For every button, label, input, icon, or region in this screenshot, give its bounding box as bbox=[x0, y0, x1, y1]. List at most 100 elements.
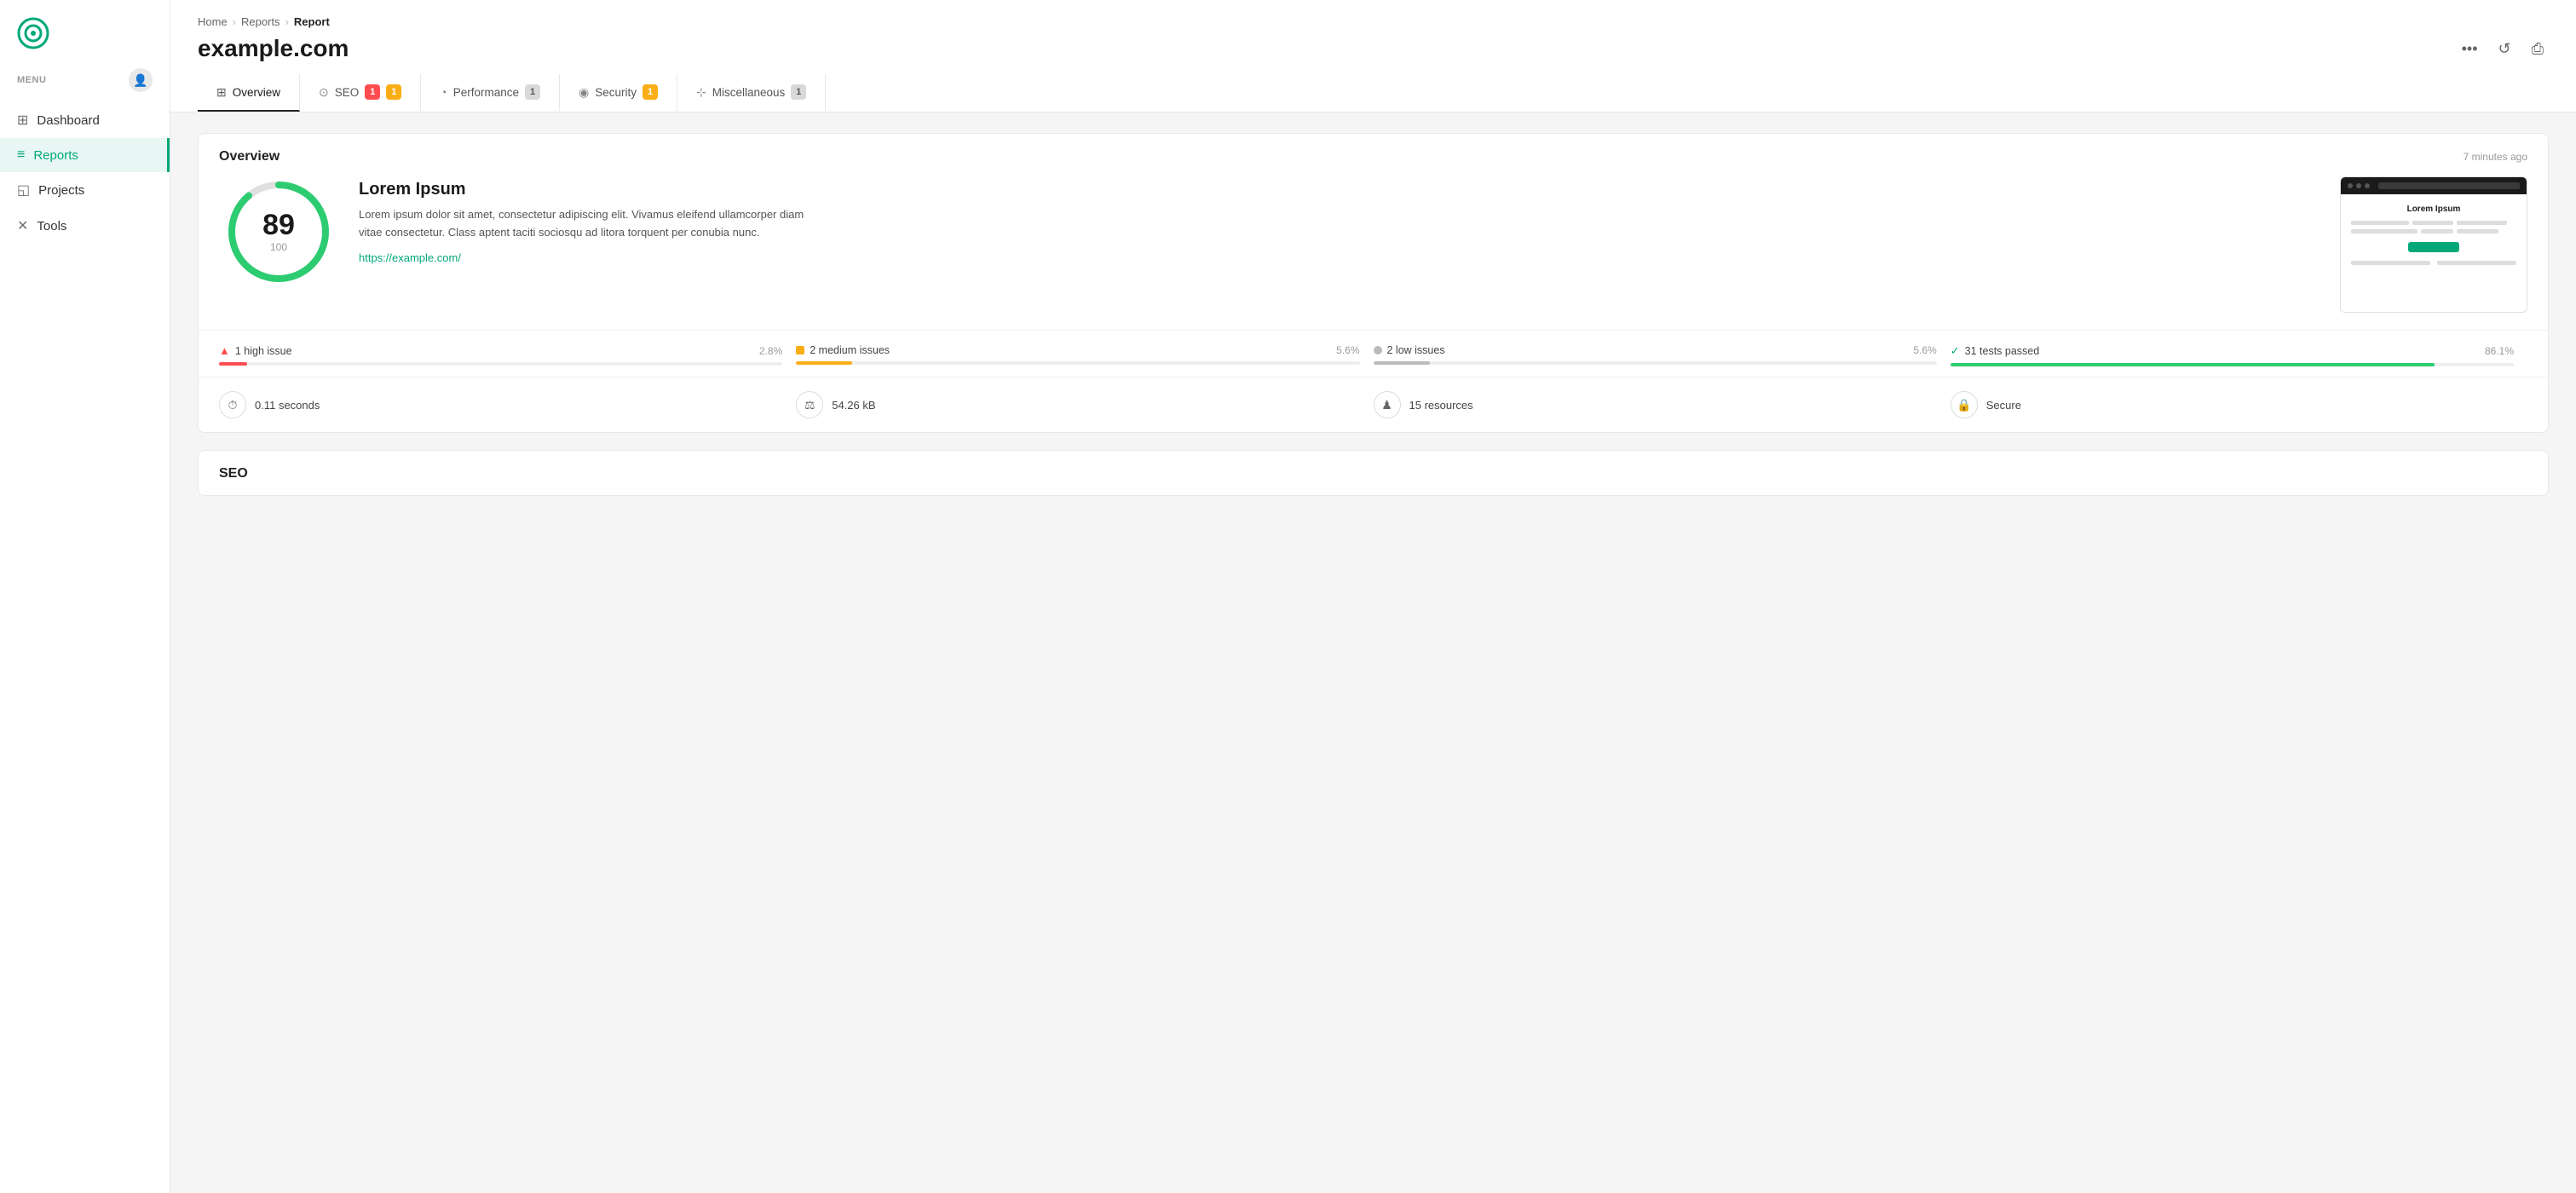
sidebar-item-tools[interactable]: ✕ Tools bbox=[0, 208, 170, 244]
preview-bottom-line-1 bbox=[2351, 261, 2430, 265]
page-title: example.com bbox=[198, 35, 349, 62]
issue-label-left-low: 2 low issues bbox=[1374, 344, 1445, 356]
metric-resources-value: 15 resources bbox=[1409, 399, 1473, 412]
issue-label-left-passed: ✓ 31 tests passed bbox=[1951, 344, 2039, 358]
low-issue-icon bbox=[1374, 346, 1382, 354]
seo-card: SEO bbox=[198, 450, 2549, 496]
issue-stat-label-passed: ✓ 31 tests passed 86.1% bbox=[1951, 344, 2514, 358]
preview-line-3 bbox=[2457, 221, 2506, 225]
tools-icon: ✕ bbox=[17, 217, 28, 234]
issue-stat-medium: 2 medium issues 5.6% bbox=[796, 344, 1373, 366]
projects-icon: ◱ bbox=[17, 182, 30, 199]
performance-tab-icon: ◔ bbox=[440, 85, 447, 99]
sidebar-item-dashboard[interactable]: ⊞ Dashboard bbox=[0, 102, 170, 138]
tab-miscellaneous[interactable]: ⊹ Miscellaneous 1 bbox=[677, 74, 826, 112]
seo-card-title: SEO bbox=[219, 466, 248, 481]
sidebar-menu-label: MENU 👤 bbox=[0, 58, 170, 99]
overview-card: Overview 7 minutes ago 89 100 bbox=[198, 133, 2549, 433]
user-icon-button[interactable]: 👤 bbox=[129, 68, 153, 92]
score-center: 89 100 bbox=[262, 210, 295, 253]
user-icon: 👤 bbox=[133, 73, 147, 88]
site-url[interactable]: https://example.com/ bbox=[359, 251, 461, 264]
issue-stat-label-high: ▲ 1 high issue 2.8% bbox=[219, 344, 782, 357]
metric-resources: ♟ 15 resources bbox=[1374, 391, 1951, 418]
breadcrumb-sep-2: › bbox=[285, 15, 289, 28]
preview-line-2 bbox=[2412, 221, 2454, 225]
metric-secure-value: Secure bbox=[1986, 399, 2021, 412]
header-actions: ••• ↺ ⎙ bbox=[2457, 37, 2549, 61]
tab-performance[interactable]: ◔ Performance 1 bbox=[421, 74, 560, 112]
passed-label: 31 tests passed bbox=[1965, 345, 2040, 357]
print-button[interactable]: ⎙ bbox=[2527, 37, 2549, 61]
passed-bar-track bbox=[1951, 363, 2514, 366]
breadcrumb-sep-1: › bbox=[233, 15, 236, 28]
tab-seo[interactable]: ⊙ SEO 1 1 bbox=[300, 74, 421, 112]
logo-icon bbox=[17, 17, 49, 49]
time-icon: ⏱ bbox=[219, 391, 246, 418]
breadcrumb-reports[interactable]: Reports bbox=[241, 15, 280, 28]
preview-topbar bbox=[2341, 177, 2527, 194]
issue-stats: ▲ 1 high issue 2.8% 2 medium issues bbox=[199, 330, 2548, 377]
issue-stat-low: 2 low issues 5.6% bbox=[1374, 344, 1951, 366]
seo-tab-icon: ⊙ bbox=[319, 85, 329, 100]
medium-issue-icon bbox=[796, 346, 804, 354]
score-number: 89 bbox=[262, 210, 295, 239]
preview-line-1 bbox=[2351, 221, 2409, 225]
overview-timestamp: 7 minutes ago bbox=[2464, 151, 2527, 163]
misc-badge: 1 bbox=[791, 84, 806, 100]
overview-tab-icon: ⊞ bbox=[216, 85, 227, 100]
tab-security[interactable]: ◉ Security 1 bbox=[560, 74, 677, 112]
tabs: ⊞ Overview ⊙ SEO 1 1 ◔ Performance 1 ◉ S… bbox=[198, 74, 2549, 112]
site-name: Lorem Ipsum bbox=[359, 180, 2320, 199]
passed-icon: ✓ bbox=[1951, 344, 1960, 358]
preview-line-6 bbox=[2457, 229, 2498, 233]
site-description: Lorem ipsum dolor sit amet, consectetur … bbox=[359, 206, 819, 242]
sidebar: MENU 👤 ⊞ Dashboard ≡ Reports ◱ Projects … bbox=[0, 0, 170, 1193]
logo[interactable] bbox=[0, 0, 170, 58]
main-content: Home › Reports › Report example.com ••• … bbox=[170, 0, 2576, 1193]
performance-badge: 1 bbox=[525, 84, 540, 100]
metric-size: ⚖ 54.26 kB bbox=[796, 391, 1373, 418]
more-button[interactable]: ••• bbox=[2457, 37, 2483, 61]
high-issue-bar-track bbox=[219, 362, 782, 366]
refresh-button[interactable]: ↺ bbox=[2493, 37, 2516, 61]
secure-icon: 🔒 bbox=[1951, 391, 1978, 418]
metric-secure: 🔒 Secure bbox=[1951, 391, 2527, 418]
preview-title: Lorem Ipsum bbox=[2351, 205, 2516, 214]
site-info: Lorem Ipsum Lorem ipsum dolor sit amet, … bbox=[359, 176, 2320, 266]
high-issue-icon: ▲ bbox=[219, 344, 230, 357]
tab-overview[interactable]: ⊞ Overview bbox=[198, 74, 300, 112]
breadcrumb: Home › Reports › Report bbox=[198, 15, 2549, 28]
issue-stat-label-low: 2 low issues 5.6% bbox=[1374, 344, 1937, 356]
low-issue-bar-track bbox=[1374, 361, 1937, 365]
security-tab-icon: ◉ bbox=[579, 85, 589, 100]
sidebar-item-reports[interactable]: ≡ Reports bbox=[0, 138, 170, 172]
metrics-row: ⏱ 0.11 seconds ⚖ 54.26 kB ♟ 15 resources… bbox=[199, 377, 2548, 432]
issue-label-left-medium: 2 medium issues bbox=[796, 344, 890, 356]
high-issue-label: 1 high issue bbox=[235, 345, 292, 357]
header: Home › Reports › Report example.com ••• … bbox=[170, 0, 2576, 112]
sidebar-item-projects[interactable]: ◱ Projects bbox=[0, 172, 170, 208]
medium-issue-label: 2 medium issues bbox=[810, 344, 890, 356]
score-circle-wrap: 89 100 bbox=[219, 176, 338, 287]
medium-issue-pct: 5.6% bbox=[1336, 344, 1359, 356]
breadcrumb-home[interactable]: Home bbox=[198, 15, 228, 28]
preview-content: Lorem Ipsum bbox=[2341, 194, 2527, 312]
seo-badge-yellow: 1 bbox=[386, 84, 401, 100]
seo-badge-red: 1 bbox=[365, 84, 380, 100]
preview-dot-1 bbox=[2348, 183, 2353, 188]
passed-bar bbox=[1951, 363, 2435, 366]
preview-btn-wrap bbox=[2351, 242, 2516, 252]
score-circle: 89 100 bbox=[223, 176, 334, 287]
passed-pct: 86.1% bbox=[2485, 345, 2514, 357]
overview-card-title: Overview bbox=[219, 149, 279, 164]
site-preview: Lorem Ipsum bbox=[2340, 176, 2527, 313]
breadcrumb-current: Report bbox=[294, 15, 330, 28]
issue-stat-high: ▲ 1 high issue 2.8% bbox=[219, 344, 796, 366]
preview-line-5 bbox=[2421, 229, 2454, 233]
size-icon: ⚖ bbox=[796, 391, 823, 418]
overview-body: 89 100 Lorem Ipsum Lorem ipsum dolor sit… bbox=[199, 176, 2548, 330]
high-issue-bar bbox=[219, 362, 247, 366]
preview-dot-3 bbox=[2365, 183, 2370, 188]
low-issue-bar bbox=[1374, 361, 1430, 365]
